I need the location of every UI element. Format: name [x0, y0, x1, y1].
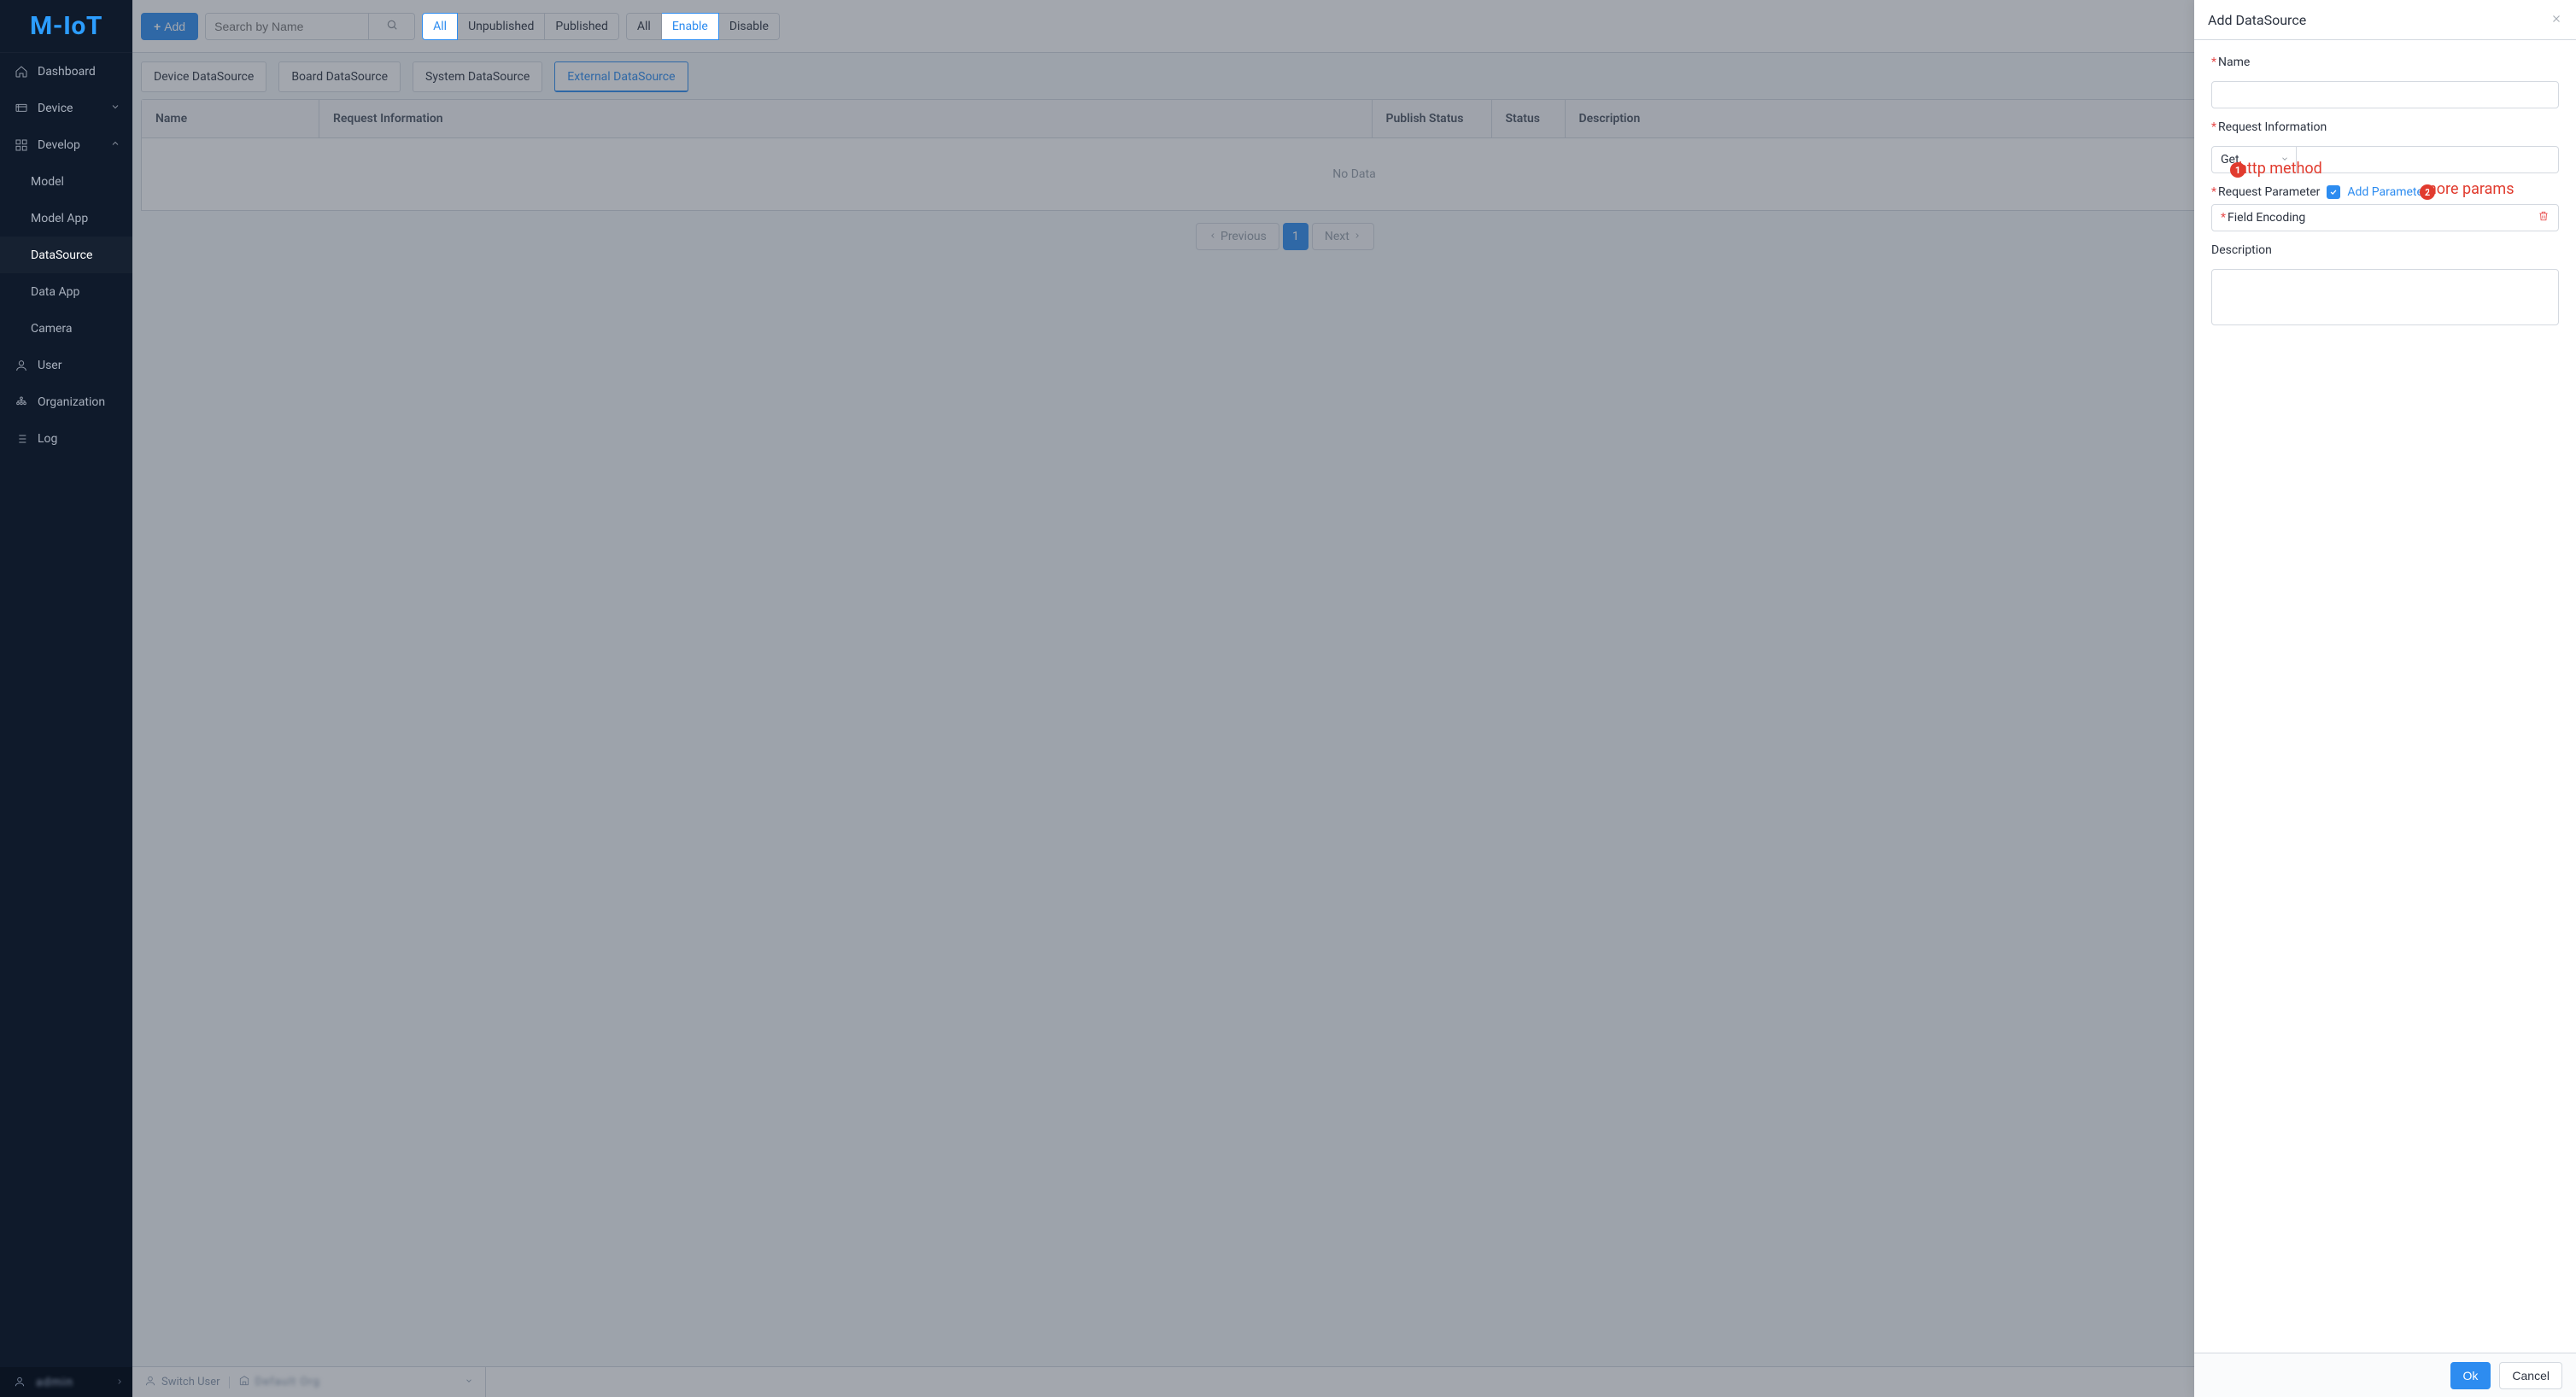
add-parameter-link[interactable]: Add Parameter — [2347, 185, 2427, 199]
chevron-up-icon — [110, 138, 120, 152]
sidebar-item-label: Model App — [31, 212, 88, 225]
sidebar-footer-user[interactable]: admin — [0, 1367, 132, 1397]
sidebar-item-log[interactable]: Log — [0, 420, 132, 457]
sidebar-item-organization[interactable]: Organization — [0, 383, 132, 420]
request-information-row: Get 1 — [2211, 146, 2559, 173]
sidebar-item-label: Log — [38, 432, 57, 446]
sidebar-item-label: DataSource — [31, 248, 92, 262]
device-icon — [14, 101, 29, 116]
param-row-label: Field Encoding — [2228, 211, 2305, 225]
sidebar-item-label: Develop — [38, 138, 80, 152]
request-information-label: *Request Information — [2211, 120, 2559, 134]
trash-icon — [2538, 212, 2550, 225]
chevron-down-icon — [110, 102, 120, 115]
publish-filter-all[interactable]: All — [422, 13, 458, 40]
name-label: *Name — [2211, 56, 2559, 69]
ok-button[interactable]: Ok — [2450, 1362, 2491, 1389]
sidebar-item-label: Device — [38, 102, 73, 115]
sidebar-item-dashboard[interactable]: Dashboard — [0, 53, 132, 90]
sidebar-item-label: Data App — [31, 285, 79, 299]
delete-parameter-button[interactable] — [2538, 210, 2550, 225]
sidebar-item-model[interactable]: Model — [0, 163, 132, 200]
brand-logo: M-IoT — [0, 0, 132, 53]
sidebar-item-model-app[interactable]: Model App — [0, 200, 132, 237]
description-input[interactable] — [2211, 269, 2559, 325]
list-icon — [14, 431, 29, 447]
sidebar-item-datasource[interactable]: DataSource — [0, 237, 132, 273]
drawer-footer: Ok Cancel — [2194, 1353, 2576, 1397]
http-method-select[interactable]: Get — [2211, 146, 2297, 173]
request-parameter-label: *Request Parameter — [2211, 185, 2320, 199]
grid-icon — [14, 137, 29, 153]
request-url-input[interactable] — [2297, 146, 2559, 173]
enable-filter-enable[interactable]: Enable — [662, 13, 719, 40]
sidebar-item-label: User — [38, 359, 61, 372]
sidebar-item-label: Model — [31, 175, 64, 189]
param-checkbox[interactable] — [2327, 185, 2340, 199]
close-button[interactable] — [2550, 12, 2562, 28]
org-icon — [14, 395, 29, 410]
sidebar-item-user[interactable]: User — [0, 347, 132, 383]
parameter-row: *Field Encoding — [2211, 204, 2559, 231]
request-parameter-header: *Request Parameter Add Parameter 2 — [2211, 185, 2559, 199]
nav: Dashboard Device Develop Model Model App… — [0, 53, 132, 1367]
drawer-header: Add DataSource — [2194, 0, 2576, 40]
chevron-down-icon — [2280, 153, 2289, 167]
description-label: Description — [2211, 243, 2559, 257]
sidebar: M-IoT Dashboard Device Develop Model Mod… — [0, 0, 132, 1397]
chevron-right-icon — [115, 1376, 124, 1389]
home-icon — [14, 64, 29, 79]
sidebar-item-camera[interactable]: Camera — [0, 310, 132, 347]
http-method-value: Get — [2221, 153, 2239, 167]
sidebar-item-label: Organization — [38, 395, 105, 409]
cancel-button[interactable]: Cancel — [2499, 1362, 2562, 1389]
sidebar-item-label: Camera — [31, 322, 73, 336]
main: + Add All Unpublished Published All Enab… — [132, 0, 2576, 1397]
user-icon — [14, 358, 29, 373]
name-input[interactable] — [2211, 81, 2559, 108]
sidebar-footer-username: admin — [36, 1376, 73, 1389]
sidebar-item-label: Dashboard — [38, 65, 96, 79]
sidebar-item-data-app[interactable]: Data App — [0, 273, 132, 310]
close-icon — [2550, 12, 2562, 28]
user-icon — [14, 1376, 27, 1389]
drawer-body: *Name *Request Information Get 1 *Reques… — [2194, 40, 2576, 1353]
sidebar-item-device[interactable]: Device — [0, 90, 132, 126]
add-datasource-drawer: Add DataSource *Name *Request Informatio… — [2194, 0, 2576, 1397]
sidebar-item-develop[interactable]: Develop — [0, 126, 132, 163]
drawer-title: Add DataSource — [2208, 12, 2306, 28]
